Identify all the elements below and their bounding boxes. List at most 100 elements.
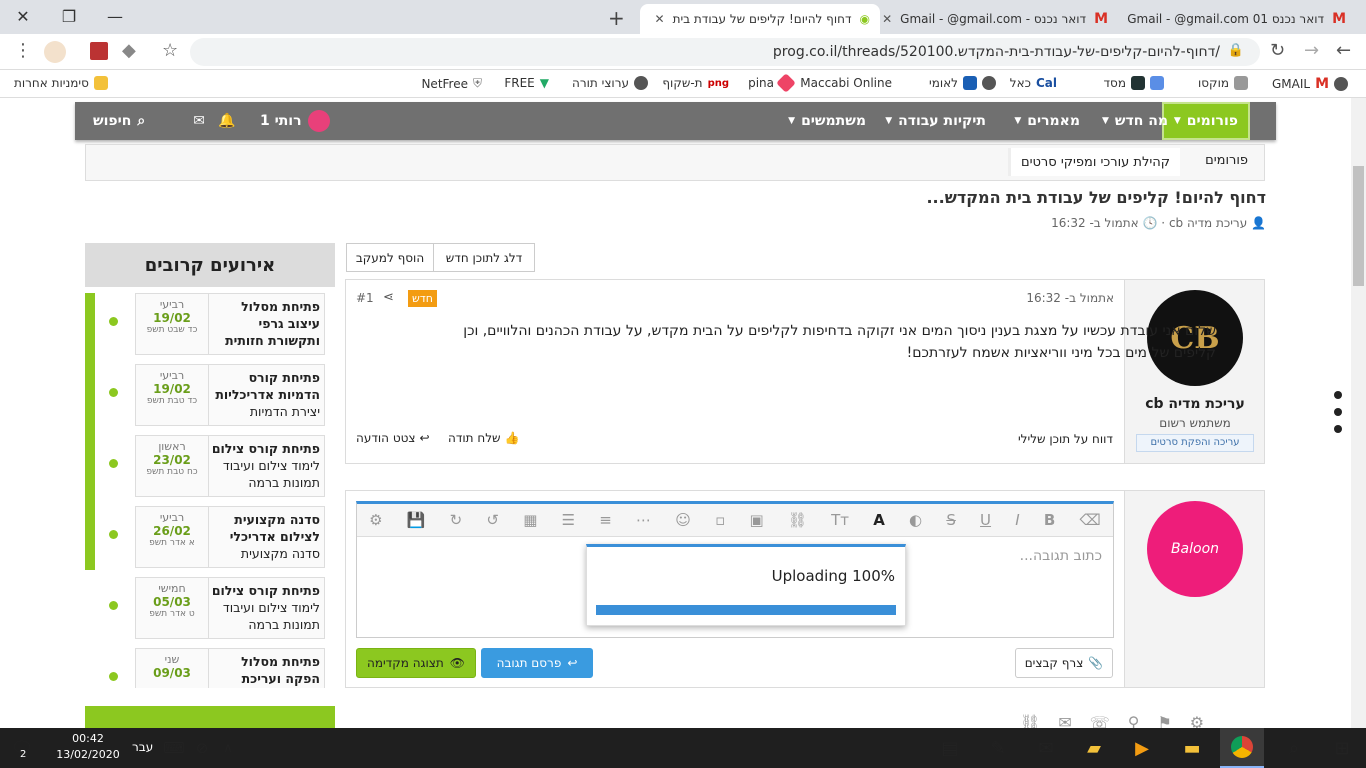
event-item[interactable]: ראשון 23/02 כח טבת תשפ פתיחת קורס צילום לימו… (135, 435, 325, 497)
page-dot[interactable] (1334, 391, 1342, 399)
page-dot[interactable] (1334, 408, 1342, 416)
bookmark-leumi[interactable]: לאומי (929, 76, 996, 90)
undo-icon[interactable]: ↺ (486, 511, 499, 529)
link-icon[interactable]: ⛓ (788, 511, 807, 529)
tab-gmail-1[interactable]: M דואר נכנס - Gmail - @gmail.com ✕ (882, 4, 1118, 34)
strikethrough-icon[interactable]: S (946, 511, 956, 529)
close-tab-icon[interactable]: ✕ (882, 12, 892, 26)
nav-articles[interactable]: מאמרים ▼ (1014, 102, 1080, 140)
report-link[interactable]: דווח על תוכן שלילי (1018, 432, 1113, 446)
file-explorer-icon[interactable]: ▬ (1170, 728, 1214, 768)
post-number[interactable]: #1 (356, 291, 374, 305)
chrome-taskbar-icon[interactable] (1220, 728, 1264, 768)
bookmark-pina[interactable]: pina (748, 73, 796, 93)
highlight-icon[interactable]: ◐ (909, 511, 922, 529)
profile-avatar[interactable] (44, 41, 66, 63)
post-time[interactable]: אתמול ב- 16:32 (1026, 291, 1114, 305)
event-item[interactable]: רביעי 26/02 א אדר תשפ סדנה מקצועית לצילום א… (135, 506, 325, 568)
more-icon[interactable]: ⋯ (636, 511, 651, 529)
bookmark-gmail[interactable]: M GMAIL (1272, 76, 1348, 92)
reload-icon[interactable]: ↻ (1270, 40, 1285, 61)
breadcrumb-item-forums[interactable]: פורומים (1205, 153, 1248, 168)
align-icon[interactable]: ≡ (599, 511, 612, 529)
close-tab-icon[interactable]: ✕ (655, 12, 665, 26)
redo-icon[interactable]: ↻ (450, 511, 463, 529)
event-item[interactable]: חמישי 05/03 ט אדר תשפ פתיחת קורס צילום לימוד… (135, 577, 325, 639)
bookmark-cal[interactable]: Cal כאל (1010, 76, 1057, 90)
search-icon[interactable]: ⌕ (1272, 728, 1316, 768)
bold-icon[interactable]: B (1044, 511, 1055, 529)
font-color-icon[interactable]: A (873, 511, 885, 529)
start-icon[interactable]: ⊞ (1320, 728, 1364, 768)
thanks-button[interactable]: 👍 שלח תודה (448, 431, 519, 445)
page-dot[interactable] (1334, 425, 1342, 433)
bookmark-netfree[interactable]: ⛨ NetFree (421, 76, 482, 91)
notifications-icon[interactable]: 🗨 (0, 728, 44, 768)
back-icon[interactable]: ← (1336, 40, 1351, 61)
event-item[interactable]: רביעי 19/02 כד טבת תשפ פתיחת קורס הדמיות אד… (135, 364, 325, 426)
bookmark-star-icon[interactable]: ☆ (162, 40, 178, 61)
new-tab-icon[interactable]: + (608, 6, 625, 30)
pdf-extension-icon[interactable] (90, 42, 108, 60)
bookmark-masad[interactable]: מסד (1104, 76, 1164, 90)
address-bar[interactable]: prog.co.il/threads/520100.דחוף-להיום-קלי… (190, 38, 1260, 66)
share-icon[interactable]: ⋖ (383, 290, 394, 305)
event-item[interactable]: רביעי 19/02 כד שבט תשפ פתיחת מסלול עיצוב גר… (135, 293, 325, 355)
bookmark-maccabi[interactable]: Maccabi Online (800, 76, 892, 90)
event-item[interactable]: שני 09/03 פתיחת מסלול הפקה ועריכת (135, 648, 325, 688)
mail-icon[interactable]: ✉ (1024, 728, 1068, 768)
extension-icon[interactable]: ◆ (122, 40, 136, 61)
forward-icon[interactable]: → (1304, 40, 1319, 61)
quote-button[interactable]: ↩ צטט הודעה (356, 431, 430, 445)
table-icon[interactable]: ▦ (523, 511, 537, 529)
sticky-notes-icon[interactable]: ▰ (1072, 728, 1116, 768)
bookmark-free[interactable]: ▼ FREE (504, 76, 549, 90)
inbox-icon[interactable]: ✉ (185, 102, 205, 140)
language-indicator[interactable]: עבר (132, 740, 153, 754)
clock[interactable]: 00:42 13/02/2020 (56, 731, 120, 763)
alerts-bell-icon[interactable]: 🔔 (218, 102, 235, 140)
nav-users[interactable]: משתמשים ▼ (788, 102, 866, 140)
app-icon[interactable]: ▤ (928, 728, 972, 768)
nav-forums[interactable]: פורומים ▼ (1161, 102, 1250, 140)
preview-button[interactable]: 👁 תצוגה מקדימה (356, 648, 476, 678)
thread-author[interactable]: עריכת מדיה cb (1169, 216, 1247, 230)
save-icon[interactable]: 💾 (407, 511, 426, 529)
nav-search[interactable]: ⌕ חיפוש (93, 102, 145, 140)
settings-icon[interactable]: ⚙ (369, 511, 382, 529)
thread-time[interactable]: אתמול ב- 16:32 (1051, 216, 1139, 230)
font-size-icon[interactable]: Tт (831, 511, 849, 529)
post-reply-button[interactable]: ↩ פרסם תגובה (481, 648, 593, 678)
menu-icon[interactable]: ⋮ (14, 40, 32, 61)
attach-files-button[interactable]: 📎 צרף קבצים (1015, 648, 1113, 678)
restore-window-icon[interactable]: ❐ (46, 0, 92, 32)
nav-whats-new[interactable]: מה חדש ▼ (1102, 102, 1168, 140)
media-player-icon[interactable]: ▶ (1120, 728, 1164, 768)
media-icon[interactable]: ▫ (715, 511, 725, 529)
nav-user-menu[interactable]: רותי 1 (260, 102, 330, 140)
avatar[interactable]: Baloon (1147, 501, 1243, 597)
bookmark-torah[interactable]: ערוצי תורה (572, 76, 648, 90)
jump-new-button[interactable]: דלג לתוכן חדש (433, 243, 535, 272)
scrollbar-thumb[interactable] (1353, 166, 1364, 286)
tab-gmail-2[interactable]: M דואר נכנס Gmail - @gmail.com 01 ✕ (1120, 4, 1356, 34)
bookmark-other[interactable]: סימניות אחרות (14, 76, 108, 90)
emoji-icon[interactable]: ☺ (675, 511, 691, 529)
nav-work-folders[interactable]: תיקיות עבודה ▼ (885, 102, 986, 140)
post-username[interactable]: עריכת מדיה cb (1125, 396, 1265, 412)
minimize-window-icon[interactable]: — (92, 0, 138, 32)
eraser-icon[interactable]: ⌫ (1080, 511, 1101, 529)
scrollbar[interactable] (1351, 98, 1366, 728)
underline-icon[interactable]: U (980, 511, 991, 529)
bookmark-tshakuf[interactable]: png ת-שקוף (662, 76, 729, 90)
tab-thread[interactable]: ◉ דחוף להיום! קליפים של עבודת בית ✕ (640, 4, 880, 34)
breadcrumb-item-community[interactable]: קהילת עורכי ומפיקי סרטים (1010, 148, 1180, 176)
italic-icon[interactable]: I (1015, 511, 1019, 529)
close-window-icon[interactable]: ✕ (0, 0, 46, 32)
paint-icon[interactable]: ✎ (976, 728, 1020, 768)
image-icon[interactable]: ▣ (749, 511, 763, 529)
sidebar-banner[interactable] (85, 706, 335, 728)
list-icon[interactable]: ☰ (562, 511, 575, 529)
bookmark-moxo[interactable]: מוקסו (1198, 76, 1248, 90)
watch-button[interactable]: הוסף למעקב (346, 243, 434, 272)
